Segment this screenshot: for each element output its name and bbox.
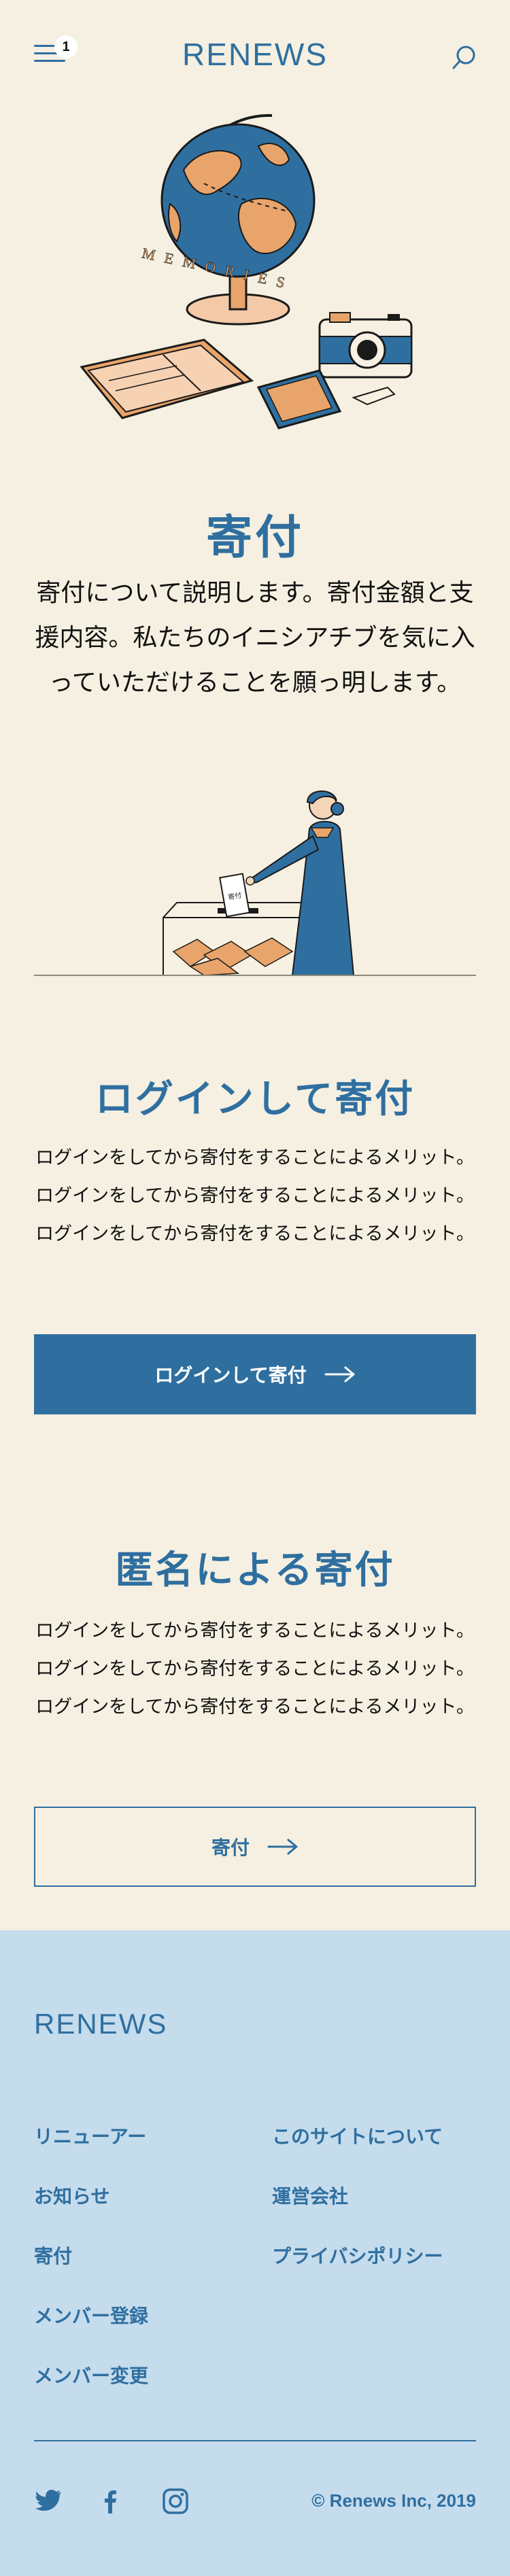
menu-icon [34,45,57,47]
footer-logo[interactable]: RENEWS [34,2005,184,2044]
footer-link-company[interactable]: 運営会社 [272,2182,348,2209]
login-donate-label: ログインして寄付 [154,1364,307,1387]
logo-text: RENEWS [182,37,328,72]
site-header: 1 RENEWS [0,0,510,109]
copyright-text: © Renews Inc, 2019 [311,2490,476,2511]
footer-link-privacy[interactable]: プライバシポリシー [272,2242,443,2269]
arrow-right-icon [324,1366,355,1382]
instagram-icon[interactable] [160,2486,190,2516]
anonymous-section-text: ログインをしてから寄付をすることによるメリット。ログインをしてから寄付をすること… [35,1620,475,1718]
footer-logo-text: RENEWS [34,2008,167,2040]
menu-icon-line [34,60,65,62]
intro-text: 寄付について説明します。寄付金額と支援内容。私たちのイニシアチブを気に入っていた… [35,579,475,697]
login-section-title: ログインして寄付 [95,1077,415,1121]
search-icon[interactable] [449,42,479,72]
footer-link-donate[interactable]: 寄付 [34,2242,72,2269]
twitter-icon[interactable] [34,2486,64,2516]
anonymous-section-title: 匿名による寄付 [115,1548,395,1592]
footer-link-about[interactable]: このサイトについて [272,2122,443,2149]
footer-link-news[interactable]: お知らせ [34,2182,109,2209]
site-logo[interactable]: RENEWS [173,35,337,76]
footer-link-member-register[interactable]: メンバー登録 [34,2301,148,2329]
hero-illustration: MEMORIES [80,114,413,430]
login-section-text: ログインをしてから寄付をすることによるメリット。ログインをしてから寄付をすること… [35,1147,475,1245]
login-donate-button[interactable]: ログインして寄付 [34,1334,476,1414]
arrow-right-icon [267,1839,298,1855]
donation-illustration: 寄付 [163,790,355,976]
footer-link-renewer[interactable]: リニューアー [34,2122,146,2149]
site-footer: RENEWS リニューアー お知らせ 寄付 メンバー登録 メンバー変更 このサイ… [0,1930,510,2576]
page-title: 寄付 [205,511,304,565]
anonymous-donate-label: 寄付 [211,1837,250,1859]
notification-badge: 1 [54,35,78,58]
footer-divider [34,2440,476,2441]
anonymous-donate-button[interactable]: 寄付 [34,1807,476,1887]
section-divider [34,975,476,976]
footer-link-member-change[interactable]: メンバー変更 [34,2361,148,2388]
facebook-icon[interactable] [95,2486,125,2516]
